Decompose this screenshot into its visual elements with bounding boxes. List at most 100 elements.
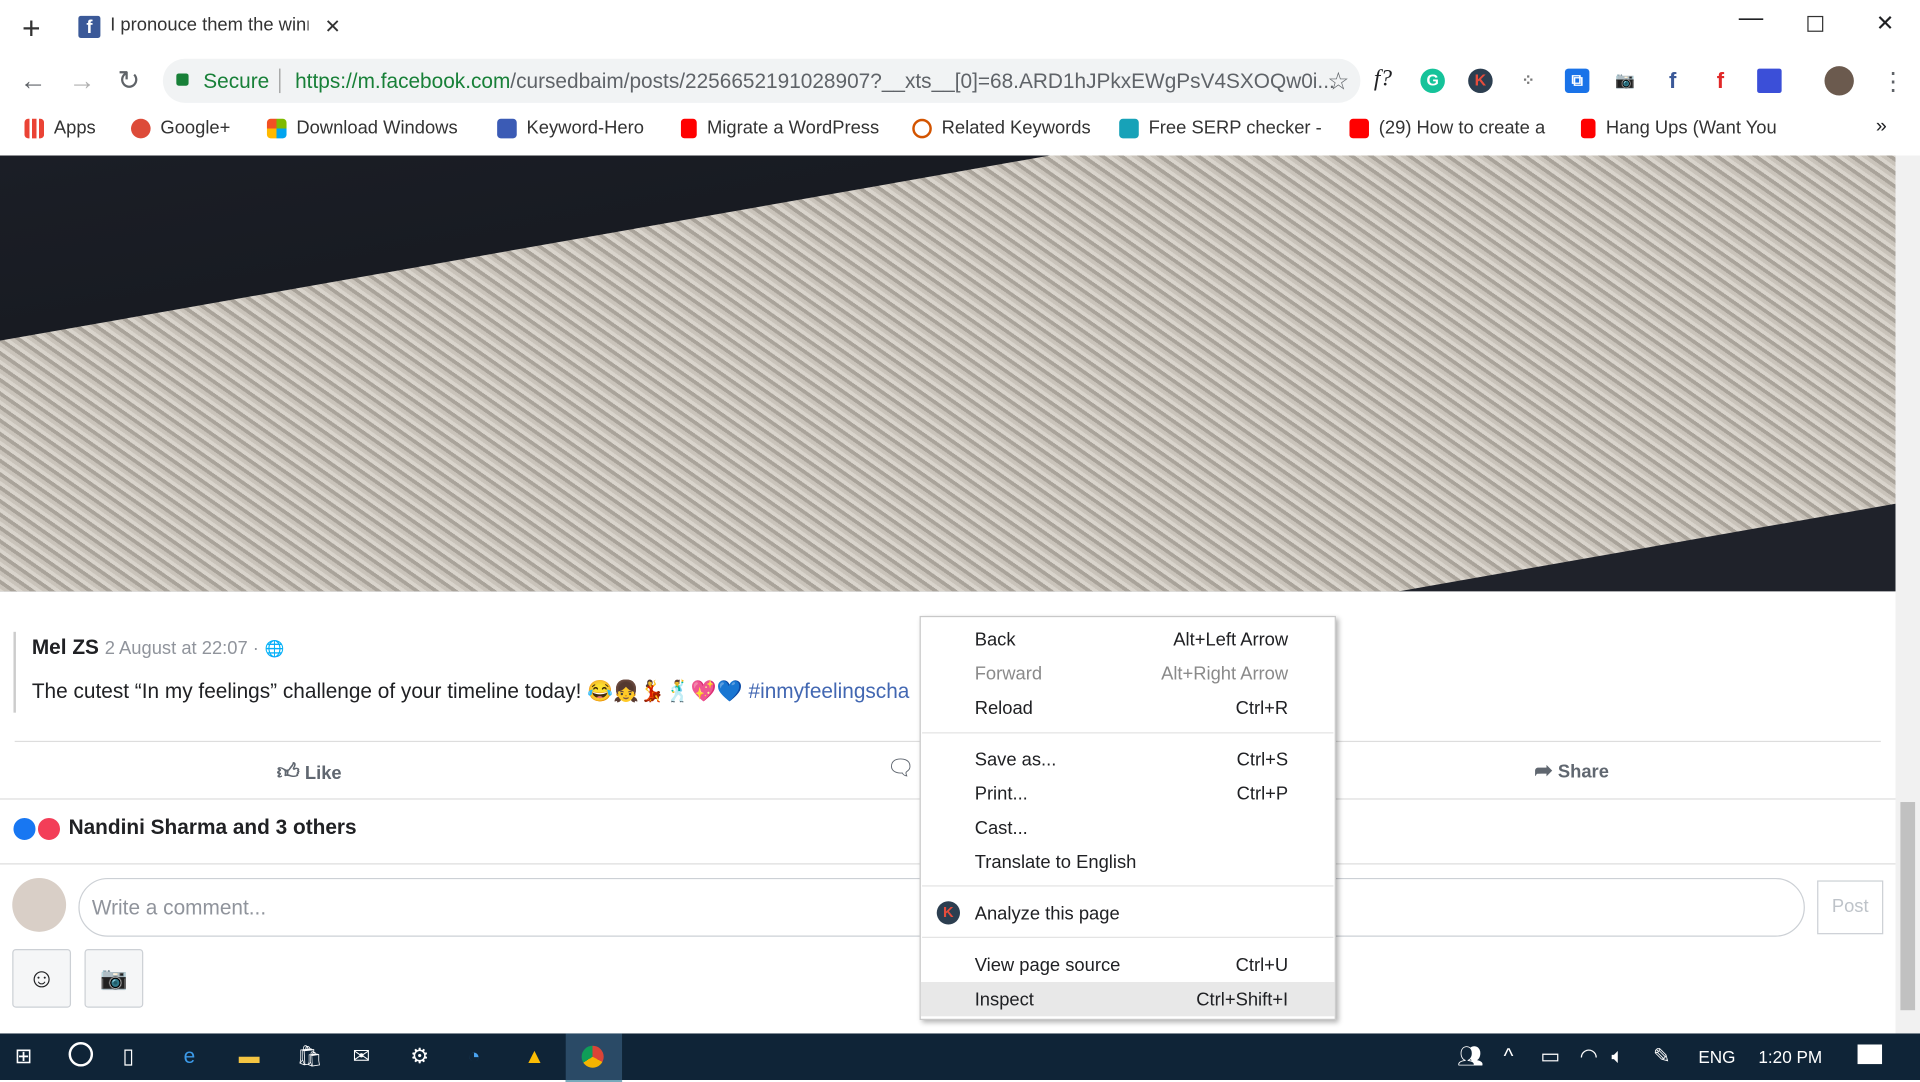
- reactions-summary[interactable]: Nandini Sharma and 3 others: [69, 816, 357, 840]
- menu-item-translate-to-english[interactable]: Translate to English: [921, 845, 1335, 879]
- ring-icon: [912, 118, 932, 138]
- bookmark-download-windows[interactable]: Download Windows: [266, 117, 458, 139]
- menu-item-label: Analyze this page: [974, 903, 1120, 925]
- menu-item-label: View page source: [974, 955, 1121, 976]
- comment-icon[interactable]: 🗨: [887, 756, 915, 782]
- app-icon[interactable]: ◔: [468, 1044, 481, 1068]
- flipboard-icon[interactable]: f: [1708, 69, 1732, 93]
- url-host: https://m.facebook.com: [295, 69, 511, 94]
- menu-item-shortcut: Ctrl+U: [1235, 955, 1289, 976]
- minimize-button[interactable]: —: [1739, 5, 1763, 33]
- file-explorer-icon[interactable]: ▬: [239, 1044, 260, 1068]
- google-ads-icon[interactable]: ▲: [524, 1044, 545, 1068]
- bookmark-label: (29) How to create a: [1378, 117, 1546, 139]
- menu-item-forward[interactable]: Forward Alt+Right Arrow: [921, 656, 1335, 690]
- google-plus-icon: [131, 118, 151, 138]
- url-text[interactable]: https://m.facebook.com/cursedbaim/posts/…: [295, 70, 1335, 94]
- page-scrollbar[interactable]: [1895, 155, 1920, 1034]
- close-tab-icon[interactable]: ✕: [324, 15, 340, 39]
- mail-icon[interactable]: ✉: [353, 1044, 370, 1068]
- forward-button[interactable]: →: [69, 65, 96, 97]
- battery-icon[interactable]: ▭: [1540, 1044, 1560, 1068]
- post-photo[interactable]: [0, 155, 1896, 592]
- task-view-icon[interactable]: ▯: [122, 1044, 133, 1068]
- bookmark-label: Download Windows: [296, 117, 458, 139]
- restore-button[interactable]: [1807, 15, 1824, 32]
- menu-item-back[interactable]: Back Alt+Left Arrow: [921, 622, 1335, 656]
- menu-item-analyze-this-page[interactable]: Analyze this page K: [921, 896, 1335, 930]
- bookmark-keyword-hero[interactable]: Keyword-Hero: [497, 117, 644, 139]
- menu-item-reload[interactable]: Reload Ctrl+R: [921, 691, 1335, 725]
- like-button[interactable]: 👍︎ Like: [277, 758, 342, 785]
- menu-item-print[interactable]: Print... Ctrl+P: [921, 776, 1335, 810]
- menu-item-shortcut: Ctrl+R: [1235, 697, 1289, 719]
- bookmark-label: Keyword-Hero: [526, 117, 644, 139]
- bookmark-star-icon[interactable]: ☆: [1327, 66, 1349, 97]
- menu-item-save-as[interactable]: Save as... Ctrl+S: [921, 742, 1335, 776]
- bookmark-serp-checker[interactable]: Free SERP checker -: [1119, 117, 1322, 139]
- emoji-button[interactable]: ☺: [12, 948, 72, 1008]
- context-menu: Back Alt+Left Arrow Forward Alt+Right Arrow…: [919, 615, 1336, 1021]
- post-hashtag[interactable]: #inmyfeelingscha: [749, 680, 910, 703]
- back-button[interactable]: ←: [20, 65, 47, 97]
- more-bookmarks-icon[interactable]: »: [1876, 116, 1887, 138]
- bookmark-how-to-create[interactable]: (29) How to create a: [1349, 117, 1546, 139]
- translate-icon[interactable]: ⧉: [1564, 68, 1590, 94]
- show-hidden-icons[interactable]: ^: [1504, 1044, 1514, 1068]
- facebook-icon[interactable]: f: [1660, 69, 1684, 93]
- bookmark-google-plus[interactable]: Google+: [131, 118, 230, 138]
- start-button[interactable]: ⊞: [15, 1044, 32, 1068]
- new-tab-button[interactable]: +: [22, 10, 41, 48]
- share-button[interactable]: ➦ Share: [1534, 758, 1609, 784]
- grammarly-icon[interactable]: G: [1420, 68, 1445, 94]
- settings-icon[interactable]: ⚙: [410, 1044, 429, 1068]
- post-comment-button[interactable]: Post: [1817, 880, 1884, 935]
- bookmark-apps[interactable]: Apps: [24, 117, 96, 139]
- windows-icon: [266, 118, 287, 138]
- tab-title[interactable]: I pronouce them the winn: [110, 15, 308, 36]
- user-avatar: [12, 877, 67, 932]
- reload-button[interactable]: ↻: [118, 65, 141, 97]
- grid-dots-icon[interactable]: ⁘: [1516, 69, 1540, 93]
- menu-item-inspect[interactable]: Inspect Ctrl+Shift+I: [920, 982, 1335, 1017]
- youtube-icon: [1349, 118, 1369, 138]
- windows-taskbar: ⊞ ▯ e ▬ 🛍 ✉ ⚙ ◔ ▲ 👥︎ ^ ▭ ◠ 🔈︎ ✎ ENG 1:20…: [0, 1033, 1920, 1082]
- bookmark-label: Free SERP checker -: [1148, 117, 1322, 139]
- cortana-icon[interactable]: [68, 1042, 94, 1067]
- facebook-favicon-icon: f: [78, 15, 101, 38]
- menu-separator: [922, 885, 1334, 887]
- youtube-icon: [680, 118, 698, 138]
- bookmark-hang-ups[interactable]: Hang Ups (Want You: [1580, 118, 1777, 138]
- store-icon[interactable]: 🛍: [296, 1044, 322, 1068]
- wifi-icon[interactable]: ◠: [1580, 1044, 1598, 1068]
- browser-menu-icon[interactable]: ⋮: [1881, 66, 1905, 97]
- volume-icon[interactable]: 🔈︎: [1611, 1044, 1623, 1068]
- edge-icon[interactable]: e: [184, 1044, 196, 1068]
- chrome-taskbar-button[interactable]: [565, 1033, 623, 1082]
- divider: [279, 68, 281, 94]
- profile-avatar[interactable]: [1824, 66, 1854, 96]
- chrome-icon: [581, 1045, 604, 1068]
- k-icon[interactable]: K: [1468, 68, 1493, 94]
- camera-button[interactable]: 📷: [84, 948, 144, 1008]
- bookmark-label: Apps: [53, 117, 96, 139]
- clock[interactable]: 1:20 PM: [1758, 1047, 1822, 1067]
- bookmark-related-keywords[interactable]: Related Keywords: [912, 118, 1091, 138]
- post-time[interactable]: 2 August at 22:07 ·: [105, 638, 259, 659]
- pen-icon[interactable]: ✎: [1653, 1044, 1670, 1068]
- globe-icon: 🌐: [264, 639, 285, 658]
- language-indicator[interactable]: ENG: [1698, 1047, 1735, 1067]
- camera-icon[interactable]: 📷: [1613, 69, 1637, 93]
- people-icon[interactable]: 👥︎: [1457, 1044, 1483, 1068]
- bookmark-migrate-wordpress[interactable]: Migrate a WordPress: [680, 118, 879, 138]
- menu-item-label: Reload: [974, 697, 1033, 719]
- extension-icon[interactable]: [1757, 68, 1782, 94]
- menu-item-view-page-source[interactable]: View page source Ctrl+U: [921, 948, 1335, 982]
- notifications-icon[interactable]: [1857, 1044, 1883, 1065]
- secure-label: Secure: [203, 69, 270, 94]
- menu-item-cast[interactable]: Cast...: [921, 811, 1335, 845]
- close-window-button[interactable]: ✕: [1876, 11, 1894, 37]
- post-author[interactable]: Mel ZS: [32, 636, 99, 659]
- font-finder-icon[interactable]: f?: [1374, 66, 1392, 93]
- scrollbar-thumb[interactable]: [1900, 802, 1916, 1011]
